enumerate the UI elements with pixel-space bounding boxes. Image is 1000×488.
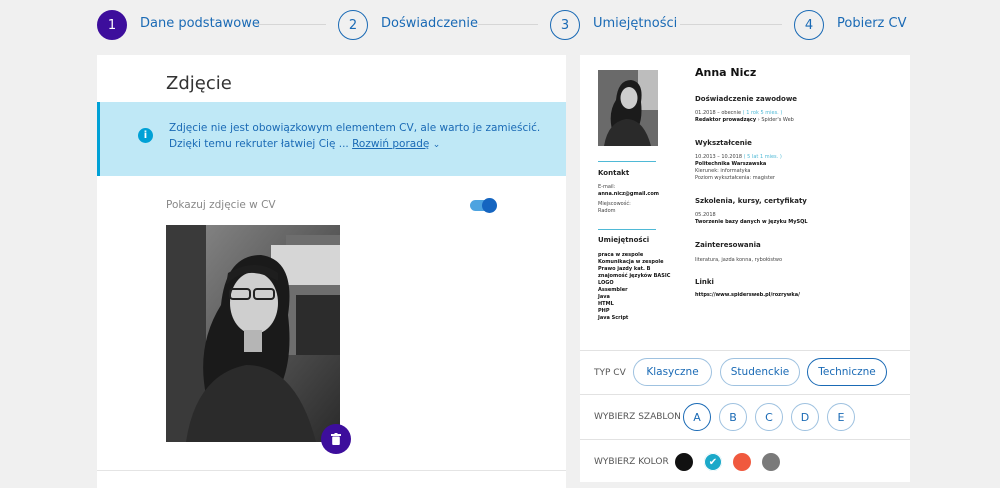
color-swatch-gray[interactable] — [762, 453, 780, 471]
cv-skill-item: LOGO — [598, 280, 614, 286]
cv-education-school: Politechnika Warszawska — [695, 161, 767, 167]
cv-skill-item: Java — [598, 294, 610, 300]
cv-education-dates: 10.2013 – 10.2018 ( 5 lat 1 mies. ) — [695, 154, 782, 160]
cv-experience-heading: Doświadczenie zawodowe — [695, 95, 798, 103]
step-4-label[interactable]: Pobierz CV — [837, 16, 906, 31]
step-connector — [680, 24, 782, 25]
cv-type-classic-button[interactable]: Klasyczne — [633, 358, 712, 386]
template-e-button[interactable]: E — [827, 403, 855, 431]
cv-interests-heading: Zainteresowania — [695, 241, 761, 249]
template-b-button[interactable]: B — [719, 403, 747, 431]
section-title: Zdjęcie — [166, 73, 232, 94]
photo-section-card: Zdjęcie i Zdjęcie nie jest obowiązkowym … — [97, 55, 566, 488]
info-icon: i — [138, 128, 153, 143]
step-3-number[interactable]: 3 — [550, 10, 580, 40]
cv-skill-item: Prawo jazdy kat. B — [598, 266, 651, 272]
cv-email-label: E-mail: — [598, 184, 616, 190]
info-text-line1: Zdjęcie nie jest obowiązkowym elementem … — [169, 122, 541, 134]
info-banner: i Zdjęcie nie jest obowiązkowym elemente… — [97, 102, 566, 176]
cv-type-label: TYP CV — [594, 368, 626, 378]
checkmark-icon: ✔ — [708, 456, 718, 468]
cv-city: Radom — [598, 208, 616, 214]
cv-name: Anna Nicz — [695, 66, 757, 79]
profile-photo — [166, 225, 340, 442]
cv-training-heading: Szkolenia, kursy, certyfikaty — [695, 197, 807, 205]
cv-contact-heading: Kontakt — [598, 169, 630, 177]
step-connector — [256, 24, 326, 25]
cv-skill-item: Komunikacja w zespole — [598, 259, 664, 265]
cv-skill-item: Assembler — [598, 287, 628, 293]
cv-training-name: Tworzenie bazy danych w języku MySQL — [695, 219, 808, 225]
toggle-knob[interactable] — [482, 198, 497, 213]
divider — [580, 350, 910, 351]
cv-links-heading: Linki — [695, 278, 714, 286]
cv-skills-heading: Umiejętności — [598, 236, 650, 244]
color-swatch-black[interactable] — [675, 453, 693, 471]
template-c-button[interactable]: C — [755, 403, 783, 431]
cv-skill-item: HTML — [598, 301, 614, 307]
info-text-line2: Dzięki temu rekruter łatwiej Cię ... Roz… — [169, 138, 440, 150]
cv-experience-dates: 01.2018 – obecnie ( 1 rok 5 mies. ) — [695, 110, 783, 116]
cv-accent-line — [598, 161, 656, 162]
cv-link: https://www.spidersweb.pl/rozrywka/ — [695, 292, 800, 298]
cv-preview-card: Anna Nicz Kontakt E-mail: anna.nicz@gmai… — [580, 55, 910, 482]
divider — [97, 470, 566, 471]
step-1-number[interactable]: 1 — [97, 10, 127, 40]
cv-email: anna.nicz@gmail.com — [598, 191, 660, 197]
cv-preview[interactable]: Anna Nicz Kontakt E-mail: anna.nicz@gmai… — [580, 55, 910, 350]
cv-education-level: Poziom wykształcenia: magister — [695, 175, 775, 181]
step-connector — [478, 24, 538, 25]
cv-accent-line — [598, 229, 656, 230]
color-swatch-orange[interactable] — [733, 453, 751, 471]
cv-skill-item: praca w zespole — [598, 252, 644, 258]
cv-skill-item: PHP — [598, 308, 610, 314]
cv-type-technical-button[interactable]: Techniczne — [807, 358, 887, 386]
template-d-button[interactable]: D — [791, 403, 819, 431]
show-photo-label: Pokazuj zdjęcie w CV — [166, 199, 276, 211]
color-swatch-teal[interactable]: ✔ — [704, 453, 722, 471]
cv-photo — [598, 70, 658, 146]
template-a-button[interactable]: A — [683, 403, 711, 431]
delete-photo-button[interactable] — [321, 424, 351, 454]
step-1-label[interactable]: Dane podstawowe — [140, 16, 260, 31]
divider — [580, 394, 910, 395]
cv-training-date: 05.2018 — [695, 212, 716, 218]
step-2-label[interactable]: Doświadczenie — [381, 16, 478, 31]
step-4-number[interactable]: 4 — [794, 10, 824, 40]
show-photo-toggle[interactable] — [470, 198, 497, 213]
cv-type-student-button[interactable]: Studenckie — [720, 358, 800, 386]
template-label: WYBIERZ SZABLON — [594, 412, 681, 422]
cv-interests: literatura, jazda konna, rybołóstwo — [695, 257, 783, 263]
divider — [580, 439, 910, 440]
cv-education-field: Kierunek: informatyka — [695, 168, 751, 174]
info-text: Dzięki temu rekruter łatwiej Cię ... — [169, 138, 349, 150]
step-3-label[interactable]: Umiejętności — [593, 16, 677, 31]
cv-education-heading: Wykształcenie — [695, 139, 752, 147]
step-2-number[interactable]: 2 — [338, 10, 368, 40]
expand-tip-link[interactable]: Rozwiń poradę — [352, 138, 429, 150]
cv-skill-item: Java Script — [598, 315, 629, 321]
color-label: WYBIERZ KOLOR — [594, 457, 669, 467]
cv-skill-item: znajomość języków BASIC — [598, 273, 671, 279]
chevron-down-icon[interactable]: ⌄ — [433, 140, 441, 150]
cv-city-label: Miejscowość: — [598, 201, 631, 207]
cv-experience-role: Redaktor prowadzący › Spider's Web — [695, 117, 794, 123]
trash-icon — [331, 433, 341, 445]
